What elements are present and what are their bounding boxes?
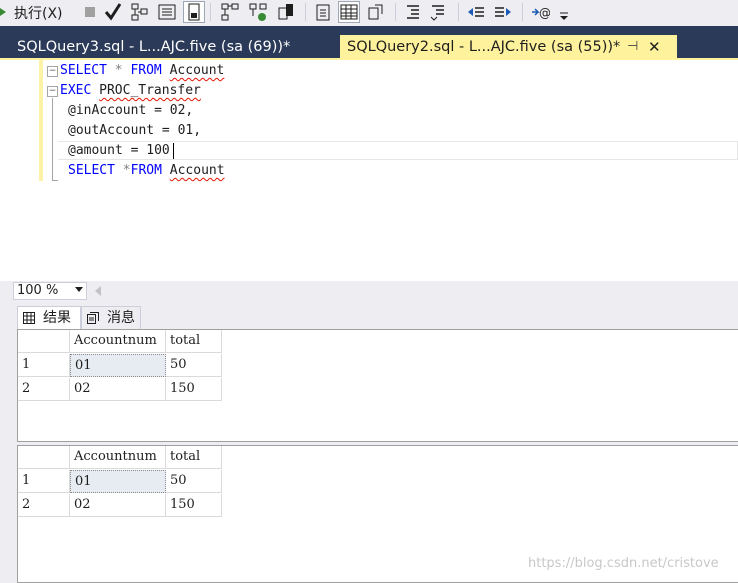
- row-number[interactable]: 1: [18, 354, 70, 377]
- change-marker: [39, 60, 43, 181]
- table-cell[interactable]: 02: [70, 378, 166, 401]
- table-cell[interactable]: 01: [70, 354, 166, 377]
- scroll-left-icon[interactable]: [95, 286, 101, 296]
- stop-icon[interactable]: [80, 2, 100, 22]
- code-line-6: SELECT *FROM Account: [68, 163, 225, 178]
- toolbar: 执行(X) @: [0, 0, 738, 26]
- table-cell[interactable]: 01: [70, 470, 166, 493]
- uncomment-icon[interactable]: [428, 2, 448, 22]
- result-grid-1[interactable]: Accountnum total 1 01 50 2 02 150: [17, 329, 738, 442]
- row-header-corner: [18, 330, 70, 353]
- execute-button[interactable]: 执行(X): [14, 3, 63, 23]
- tab-label: SQLQuery2.sql - L...AJC.five (sa (55))*: [347, 39, 621, 55]
- results-to-text-icon[interactable]: [157, 2, 177, 22]
- zoom-value: 100 %: [17, 283, 59, 298]
- messages-icon: [87, 312, 99, 324]
- tab-results-label: 结果: [43, 310, 71, 326]
- comment-icon[interactable]: [403, 2, 423, 22]
- tab-messages[interactable]: 消息: [81, 306, 141, 329]
- column-header[interactable]: Accountnum: [70, 330, 166, 353]
- pin-icon[interactable]: ⊣: [627, 35, 638, 59]
- zoom-bar: 100 %: [0, 281, 738, 301]
- toolbar-separator: [458, 3, 459, 21]
- query-options-icon[interactable]: [248, 2, 268, 22]
- watermark: https://blog.csdn.net/cristove: [528, 556, 719, 571]
- row-header-corner: [18, 446, 70, 469]
- tab-sqlquery3[interactable]: SQLQuery3.sql - L...AJC.five (sa (69))*: [10, 35, 342, 59]
- code-line-3: @inAccount = 02,: [68, 103, 194, 118]
- chevron-down-icon[interactable]: [75, 287, 83, 292]
- column-header[interactable]: total: [166, 330, 222, 353]
- table-cell[interactable]: 150: [166, 378, 222, 401]
- decrease-indent-icon[interactable]: [466, 2, 486, 22]
- svg-text:@: @: [539, 6, 550, 20]
- tab-sqlquery2[interactable]: SQLQuery2.sql - L...AJC.five (sa (55))* …: [340, 35, 677, 59]
- overflow-icon[interactable]: [558, 2, 570, 22]
- code-line-1: SELECT * FROM Account: [60, 63, 225, 78]
- table-cell[interactable]: 50: [166, 354, 222, 377]
- fold-guide: [52, 180, 58, 181]
- close-icon[interactable]: ✕: [648, 35, 661, 59]
- document-tab-strip: SQLQuery3.sql - L...AJC.five (sa (69))* …: [0, 26, 738, 59]
- collapse-icon[interactable]: −: [47, 86, 58, 97]
- results-file-icon[interactable]: [366, 2, 386, 22]
- column-header[interactable]: Accountnum: [70, 446, 166, 469]
- table-cell[interactable]: 50: [166, 470, 222, 493]
- text-caret: [173, 143, 174, 159]
- toolbar-separator: [522, 3, 523, 21]
- collapse-icon[interactable]: −: [47, 66, 58, 77]
- current-line-highlight: [58, 141, 738, 160]
- tab-label: SQLQuery3.sql - L...AJC.five (sa (69))*: [17, 39, 291, 55]
- column-header[interactable]: total: [166, 446, 222, 469]
- parse-icon[interactable]: [130, 2, 150, 22]
- code-line-4: @outAccount = 01,: [68, 123, 202, 138]
- toolbar-separator: [305, 3, 306, 21]
- query-editor[interactable]: − − SELECT * FROM Account EXEC PROC_Tran…: [0, 60, 738, 281]
- tab-messages-label: 消息: [107, 310, 135, 326]
- plan-icon[interactable]: [220, 2, 240, 22]
- toolbar-separator: [210, 3, 211, 21]
- increase-indent-icon[interactable]: [493, 2, 513, 22]
- row-number[interactable]: 2: [18, 494, 70, 517]
- code-line-2: EXEC PROC_Transfer: [60, 83, 201, 98]
- play-icon[interactable]: [0, 2, 10, 22]
- toolbar-separator: [395, 3, 396, 21]
- specify-values-icon[interactable]: @: [530, 2, 550, 22]
- table-cell[interactable]: 02: [70, 494, 166, 517]
- tab-results[interactable]: 结果: [17, 306, 81, 329]
- grid-icon: [23, 312, 35, 324]
- check-icon[interactable]: [103, 2, 123, 22]
- row-number[interactable]: 1: [18, 470, 70, 493]
- comment-lines-icon[interactable]: [313, 2, 333, 22]
- row-number[interactable]: 2: [18, 378, 70, 401]
- results-to-grid-icon[interactable]: [338, 1, 360, 23]
- fold-guide: [52, 160, 53, 180]
- results-to-file-icon[interactable]: [183, 1, 205, 23]
- include-stats-icon[interactable]: [276, 2, 296, 22]
- table-cell[interactable]: 150: [166, 494, 222, 517]
